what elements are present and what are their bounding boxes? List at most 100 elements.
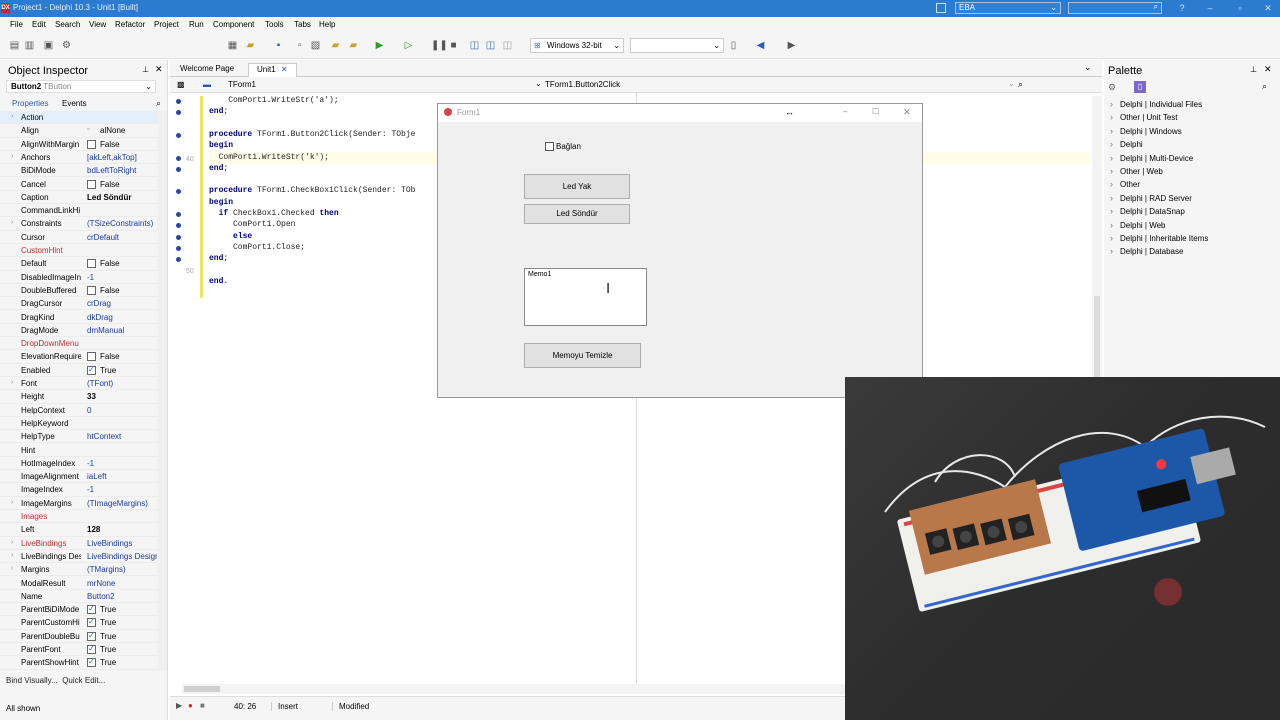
close-icon[interactable]: ✕ bbox=[155, 64, 163, 75]
method-combo[interactable]: TForm1.Button2Click bbox=[545, 80, 620, 89]
save-all-icon[interactable]: ▫ bbox=[294, 40, 305, 51]
settings-icon[interactable]: ⚙ bbox=[61, 40, 72, 51]
config-combo[interactable]: ⌄ bbox=[630, 38, 724, 53]
menu-search[interactable]: Search bbox=[55, 20, 80, 29]
property-row[interactable]: HelpContext 0 bbox=[0, 404, 158, 417]
property-row[interactable]: ImageIndex -1 bbox=[0, 483, 158, 497]
step-over-icon[interactable]: ◫ bbox=[469, 40, 480, 51]
menu-file[interactable]: File bbox=[10, 20, 23, 29]
back-icon[interactable]: ◀ bbox=[755, 40, 766, 51]
form1-designer[interactable]: Form1 ↔ – ☐ ✕ Bağlan Led Yak Led Söndür … bbox=[437, 103, 923, 398]
expand-icon[interactable]: › bbox=[11, 153, 13, 160]
property-row[interactable]: › Font (TFont) bbox=[0, 377, 158, 391]
property-row[interactable]: DragCursor crDrag bbox=[0, 297, 158, 311]
breakpoint-marker[interactable] bbox=[176, 257, 181, 263]
expand-icon[interactable]: › bbox=[11, 499, 13, 506]
code-line[interactable]: ComPort1.Close; bbox=[209, 243, 305, 252]
run-without-debug-icon[interactable]: ▷ bbox=[403, 40, 414, 51]
breakpoint-marker[interactable] bbox=[176, 245, 181, 251]
property-checkbox[interactable] bbox=[87, 644, 96, 654]
property-checkbox[interactable] bbox=[87, 617, 96, 628]
pin-icon[interactable]: ⊥ bbox=[142, 65, 149, 74]
palette-category[interactable]: Delphi | Inheritable Items bbox=[1110, 233, 1208, 243]
desktop-layout-combo[interactable]: EBA ⌄ bbox=[955, 2, 1061, 14]
property-value[interactable]: 33 bbox=[87, 392, 157, 401]
property-checkbox[interactable] bbox=[87, 352, 96, 362]
property-checkbox[interactable] bbox=[87, 139, 96, 149]
stop-icon[interactable]: ■ bbox=[200, 701, 205, 710]
stop-icon[interactable]: ■ bbox=[448, 40, 459, 51]
property-row[interactable]: AlignWithMargin False bbox=[0, 138, 158, 151]
form-maximize-button[interactable]: ☐ bbox=[872, 107, 879, 116]
play-icon[interactable]: ▶ bbox=[176, 701, 182, 710]
minimize-button[interactable]: – bbox=[1202, 2, 1218, 14]
memo1[interactable]: Memo1 I bbox=[524, 268, 647, 326]
property-row[interactable]: EnabledTrue bbox=[0, 364, 158, 377]
property-row[interactable]: › ImageMargins (TImageMargins) bbox=[0, 497, 158, 510]
property-row[interactable]: DoubleBuffered False bbox=[0, 284, 158, 298]
form-minimize-button[interactable]: – bbox=[843, 107, 847, 116]
new-icon[interactable]: ▤ bbox=[9, 40, 20, 51]
structure-icon[interactable]: ▩ bbox=[177, 80, 185, 89]
property-row[interactable]: Images bbox=[0, 510, 158, 524]
code-line[interactable]: ComPort1.WriteStr('k'); bbox=[209, 153, 329, 162]
property-value[interactable]: 0 bbox=[87, 406, 157, 415]
property-row[interactable]: ImageAlignment iaLeft bbox=[0, 470, 158, 484]
palette-category[interactable]: Delphi | RAD Server bbox=[1110, 193, 1192, 203]
category-icon[interactable]: ▯ bbox=[1134, 81, 1146, 93]
property-row[interactable]: HelpKeyword bbox=[0, 417, 158, 431]
property-checkbox[interactable] bbox=[87, 179, 96, 189]
menu-refactor[interactable]: Refactor bbox=[115, 20, 145, 29]
code-line[interactable]: if CheckBox1.Checked then bbox=[209, 209, 339, 218]
menu-run[interactable]: Run bbox=[189, 20, 204, 29]
property-value[interactable]: dkDrag bbox=[87, 313, 157, 322]
tab-unit1[interactable]: Unit1 ✕ bbox=[248, 63, 297, 77]
property-checkbox[interactable] bbox=[87, 631, 96, 641]
code-line[interactable]: begin bbox=[209, 141, 233, 150]
property-value[interactable]: dmManual bbox=[87, 326, 157, 335]
property-row[interactable]: BiDiMode bdLeftToRight bbox=[0, 164, 158, 178]
expand-icon[interactable]: › bbox=[11, 219, 13, 226]
property-row[interactable]: ParentDoubleBuTrue bbox=[0, 630, 158, 643]
close-tab-icon[interactable]: ✕ bbox=[281, 65, 288, 74]
property-row[interactable]: ParentShowHintTrue bbox=[0, 656, 158, 670]
ide-search-input[interactable]: ⌕ bbox=[1068, 2, 1162, 14]
property-value[interactable]: crDefault bbox=[87, 233, 157, 242]
run-to-cursor-icon[interactable]: ◫ bbox=[502, 40, 513, 51]
expand-icon[interactable]: › bbox=[11, 113, 13, 120]
property-row[interactable]: › Margins (TMargins) bbox=[0, 563, 158, 577]
code-line[interactable]: ComPort1.WriteStr('a'); bbox=[209, 96, 338, 105]
expand-icon[interactable]: › bbox=[11, 379, 13, 386]
expand-icon[interactable]: › bbox=[11, 539, 13, 546]
breakpoint-marker[interactable] bbox=[176, 132, 181, 138]
palette-category[interactable]: Other | Unit Test bbox=[1110, 112, 1177, 122]
menu-help[interactable]: Help bbox=[319, 20, 335, 29]
property-row[interactable]: Align ▫ alNone bbox=[0, 124, 158, 138]
close-button[interactable]: ✕ bbox=[1260, 2, 1276, 14]
property-row[interactable]: HelpType htContext bbox=[0, 430, 158, 444]
property-row[interactable]: › Constraints (TSizeConstraints) bbox=[0, 217, 158, 231]
property-row[interactable]: › LiveBindings Des LiveBindings Design bbox=[0, 550, 158, 564]
code-line[interactable]: procedure TForm1.Button2Click(Sender: TO… bbox=[209, 130, 415, 139]
property-row[interactable]: › Action bbox=[0, 111, 158, 125]
palette-category[interactable]: Delphi | Web bbox=[1110, 220, 1165, 230]
palette-category[interactable]: Delphi | Windows bbox=[1110, 126, 1182, 136]
code-line[interactable]: end; bbox=[209, 164, 228, 173]
property-value[interactable]: bdLeftToRight bbox=[87, 166, 157, 175]
project-icon[interactable]: ▰ bbox=[330, 40, 341, 51]
breakpoint-marker[interactable] bbox=[176, 212, 181, 217]
trace-into-icon[interactable]: ◫ bbox=[485, 40, 496, 51]
open-folder-icon[interactable]: ▰ bbox=[245, 40, 256, 51]
property-row[interactable]: Cancel False bbox=[0, 178, 158, 191]
palette-category[interactable]: Delphi | Individual Files bbox=[1110, 99, 1202, 109]
property-row[interactable]: DragMode dmManual bbox=[0, 324, 158, 338]
new-items-icon[interactable]: ▥ bbox=[24, 40, 35, 51]
property-row[interactable]: DropDownMenu bbox=[0, 337, 158, 351]
code-line[interactable]: end. bbox=[209, 277, 228, 286]
property-value[interactable]: -1 bbox=[87, 273, 157, 282]
save-icon[interactable]: ▪ bbox=[273, 40, 284, 51]
code-line[interactable]: else bbox=[209, 232, 252, 241]
property-value[interactable]: (TMargins) bbox=[87, 565, 157, 574]
maximize-button[interactable]: ▫ bbox=[1232, 2, 1248, 14]
help-icon[interactable]: ? bbox=[1174, 2, 1190, 14]
